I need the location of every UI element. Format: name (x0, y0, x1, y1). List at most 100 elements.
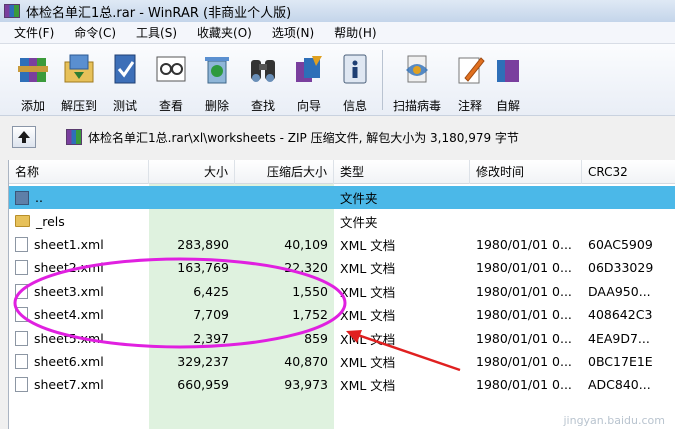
table-row[interactable]: sheet6.xml 329,237 40,870 XML 文档 1980/01/01 … (9, 350, 675, 373)
cell-name: sheet1.xml (9, 236, 149, 252)
title-bar: 体检名单汇1总.rar - WinRAR (非商业个人版) (0, 0, 675, 22)
header-packed[interactable]: 压缩后大小 (235, 160, 334, 184)
watermark: jingyan.baidu.com (563, 414, 665, 427)
cell-type: XML 文档 (340, 378, 396, 394)
wizard-button[interactable]: 向导 (286, 44, 332, 116)
virus-scan-button[interactable]: 扫描病毒 (387, 44, 447, 116)
cell-type: XML 文档 (340, 331, 396, 347)
sfx-icon (493, 50, 523, 88)
menu-commands[interactable]: 命令(C) (60, 24, 122, 41)
comment-button[interactable]: 注释 (447, 44, 493, 116)
test-button[interactable]: 测试 (102, 44, 148, 116)
header-size[interactable]: 大小 (149, 160, 235, 184)
table-row[interactable]: _rels 文件夹 (9, 209, 675, 232)
toolbar: 添加 解压到 测试 查看 删除 查找 向导 信息 扫描病毒 注释 自解 (0, 44, 675, 116)
arrow-up-icon (18, 131, 30, 143)
toolbar-separator (382, 50, 383, 110)
file-name: sheet7.xml (34, 377, 104, 393)
table-row[interactable]: sheet5.xml 2,397 859 XML 文档 1980/01/01 0... 4… (9, 326, 675, 349)
cell-crc: 0BC17E1E (588, 353, 653, 369)
table-row[interactable]: sheet3.xml 6,425 1,550 XML 文档 1980/01/01 0..… (9, 280, 675, 303)
menu-tools[interactable]: 工具(S) (122, 24, 183, 41)
view-label: 查看 (158, 99, 183, 113)
menu-help[interactable]: 帮助(H) (320, 24, 382, 41)
menu-favorites[interactable]: 收藏夹(O) (183, 24, 258, 41)
archive-icon (66, 129, 82, 145)
add-archive-icon (14, 50, 52, 88)
cell-size: 2,397 (193, 330, 229, 346)
delete-label: 删除 (204, 99, 229, 113)
sfx-label: 自解 (495, 99, 520, 113)
list-header: 名称 大小 压缩后大小 类型 修改时间 CRC32 (9, 160, 675, 184)
info-button[interactable]: 信息 (332, 44, 378, 116)
comment-icon (451, 50, 489, 88)
xml-file-icon (15, 307, 28, 323)
xml-file-icon (15, 283, 28, 299)
cell-name: sheet6.xml (9, 353, 149, 369)
file-name: sheet5.xml (34, 330, 104, 346)
view-button[interactable]: 查看 (148, 44, 194, 116)
extract-to-icon (60, 50, 98, 88)
cell-type: 文件夹 (340, 214, 378, 230)
header-modified[interactable]: 修改时间 (470, 160, 582, 184)
file-name: _rels (36, 213, 65, 229)
address-bar: 体检名单汇1总.rar\xl\worksheets - ZIP 压缩文件, 解包… (0, 117, 675, 157)
menu-options[interactable]: 选项(N) (258, 24, 320, 41)
wizard-icon (290, 50, 328, 88)
up-folder-button[interactable] (12, 126, 36, 148)
virus-scan-icon (398, 50, 436, 88)
cell-packed: 1,550 (292, 283, 328, 299)
sfx-button[interactable]: 自解 (493, 44, 523, 116)
add-button[interactable]: 添加 (10, 44, 56, 116)
extract-to-label: 解压到 (60, 99, 97, 113)
cell-modified: 1980/01/01 0... (476, 307, 572, 323)
path-display[interactable]: 体检名单汇1总.rar\xl\worksheets - ZIP 压缩文件, 解包… (66, 125, 519, 149)
cell-size: 163,769 (177, 260, 229, 276)
cell-name: sheet5.xml (9, 330, 149, 346)
menu-file[interactable]: 文件(F) (0, 24, 60, 41)
delete-button[interactable]: 删除 (194, 44, 240, 116)
info-label: 信息 (342, 99, 367, 113)
comment-label: 注释 (457, 99, 482, 113)
test-icon (106, 50, 144, 88)
file-name: sheet4.xml (34, 307, 104, 323)
cell-crc: 408642C3 (588, 307, 653, 323)
cell-crc: 4EA9D7... (588, 330, 650, 346)
delete-icon (198, 50, 236, 88)
cell-modified: 1980/01/01 0... (476, 260, 572, 276)
path-text: 体检名单汇1总.rar\xl\worksheets - ZIP 压缩文件, 解包… (88, 130, 519, 145)
cell-modified: 1980/01/01 0... (476, 283, 572, 299)
file-list[interactable]: 名称 大小 压缩后大小 类型 修改时间 CRC32 .. 文件夹 _rels 文件夹 s… (8, 160, 675, 429)
extract-to-button[interactable]: 解压到 (56, 44, 102, 116)
cell-crc: ADC840... (588, 377, 651, 393)
info-icon (336, 50, 374, 88)
cell-type: XML 文档 (340, 308, 396, 324)
xml-file-icon (15, 236, 28, 252)
xml-file-icon (15, 330, 28, 346)
cell-type: 文件夹 (340, 191, 378, 207)
cell-modified: 1980/01/01 0... (476, 377, 572, 393)
cell-packed: 22,320 (284, 260, 328, 276)
header-crc[interactable]: CRC32 (582, 160, 675, 184)
table-row[interactable]: sheet1.xml 283,890 40,109 XML 文档 1980/01/01 … (9, 233, 675, 256)
find-button[interactable]: 查找 (240, 44, 286, 116)
cell-modified: 1980/01/01 0... (476, 353, 572, 369)
cell-modified: 1980/01/01 0... (476, 330, 572, 346)
cell-packed: 1,752 (292, 307, 328, 323)
xml-file-icon (15, 377, 28, 393)
cell-name: sheet4.xml (9, 307, 149, 323)
header-type[interactable]: 类型 (334, 160, 470, 184)
cell-crc: 06D33029 (588, 260, 654, 276)
cell-crc: DAA950... (588, 283, 651, 299)
table-row[interactable]: sheet4.xml 7,709 1,752 XML 文档 1980/01/01 0..… (9, 303, 675, 326)
cell-name: sheet3.xml (9, 283, 149, 299)
table-row[interactable]: sheet7.xml 660,959 93,973 XML 文档 1980/01/01 … (9, 373, 675, 396)
folder-icon (15, 215, 30, 228)
wizard-label: 向导 (296, 99, 321, 113)
file-name: sheet3.xml (34, 283, 104, 299)
header-name[interactable]: 名称 (9, 160, 149, 184)
table-row[interactable]: sheet2.xml 163,769 22,320 XML 文档 1980/01/01 … (9, 256, 675, 279)
table-row[interactable]: .. 文件夹 (9, 186, 675, 210)
cell-packed: 93,973 (284, 377, 328, 393)
file-name: sheet1.xml (34, 236, 104, 252)
